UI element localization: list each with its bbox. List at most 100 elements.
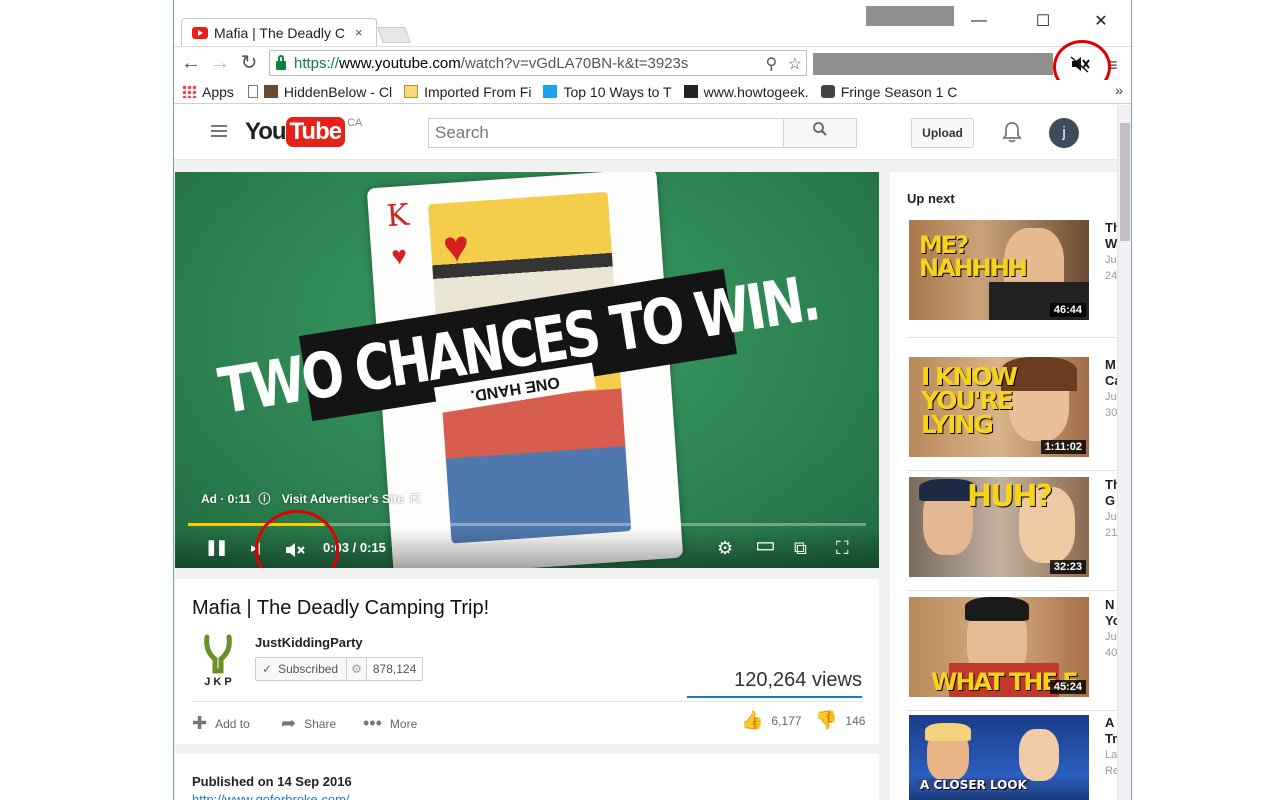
country-code: CA (347, 117, 363, 129)
redacted-area (866, 6, 954, 26)
close-window-button[interactable]: ✕ (1089, 10, 1113, 32)
search-icon (813, 122, 827, 136)
browser-window: Mafia | The Deadly C × — ☐ ✕ ← → ↻ https… (173, 0, 1132, 800)
forward-button[interactable]: → (209, 52, 231, 74)
bookmark-fringe[interactable]: Fringe Season 1 C (820, 84, 957, 100)
bookmark-howtogeek[interactable]: www.howtogeek. (683, 84, 809, 100)
svg-text:J K P: J K P (204, 676, 232, 688)
person-hair (965, 597, 1029, 621)
divider (192, 701, 862, 702)
youtube-favicon-icon (192, 26, 208, 39)
video-thumbnail: A CLOSER LOOK (909, 715, 1089, 800)
new-tab-button[interactable] (377, 27, 411, 43)
more-button[interactable]: ••• More (363, 713, 417, 734)
channel-logo[interactable]: J K P (195, 633, 241, 689)
card-rank: K (385, 197, 411, 235)
sidebar-video-2[interactable]: I KNOW YOU'RE LYING 1:11:02 M Ca Ju 30 (909, 357, 1122, 457)
sidebar-video-3[interactable]: HUH? 32:23 Th G Ju 21 (909, 477, 1121, 577)
likes-ratio-bar (687, 696, 862, 698)
subscription-settings-icon[interactable]: ⚙ (347, 658, 367, 680)
zoom-icon[interactable]: ⚲ (765, 56, 777, 73)
url-text: https://www.youtube.com/watch?v=vGdLA70B… (294, 54, 689, 72)
thumbnail-text: A CLOSER LOOK (917, 779, 1030, 793)
description-link[interactable]: http://www.goforbroke.com/ (192, 792, 350, 800)
bookmark-hiddenbelow[interactable]: HiddenBelow - Cl (247, 84, 392, 100)
video-thumbnail: I KNOW YOU'RE LYING 1:11:02 (909, 357, 1089, 457)
apps-grid-icon (182, 85, 196, 98)
scrollbar-thumb[interactable] (1120, 123, 1130, 241)
divider (907, 470, 1117, 471)
subscribed-label: Subscribed (278, 658, 348, 680)
page-scrollbar[interactable] (1117, 105, 1131, 800)
fullscreen-icon[interactable]: ⛶ (836, 538, 849, 558)
sidebar-video-4[interactable]: WHAT THE F 45:24 N Yo Ju 40 (909, 597, 1121, 697)
bookmark-top10[interactable]: Top 10 Ways to T (543, 84, 672, 100)
notifications-bell-icon[interactable] (1002, 121, 1022, 143)
bookmark-imported[interactable]: Imported From Fi (404, 84, 531, 100)
dislike-button[interactable]: 👎 146 (815, 710, 865, 731)
lock-icon (276, 54, 286, 70)
subscriber-count: 878,124 (366, 658, 423, 680)
published-date: Published on 14 Sep 2016 (192, 774, 352, 789)
thumbnail-text: HUH? (967, 479, 1053, 514)
share-arrow-icon: ➦ (281, 713, 297, 733)
heart-suit-large-icon: ♥ (441, 221, 471, 273)
subscribed-button[interactable]: ✓ Subscribed ⚙ 878,124 (255, 657, 424, 681)
address-bar[interactable]: https://www.youtube.com/watch?v=vGdLA70B… (269, 50, 807, 76)
bookmarks-overflow-icon[interactable]: » (1115, 82, 1123, 98)
account-avatar[interactable]: j (1049, 118, 1079, 148)
add-to-button[interactable]: ✚ Add to (192, 713, 250, 734)
search-button[interactable] (783, 118, 857, 148)
video-player[interactable]: K ♥ ♥ TWO CHANCES TO WIN. ONE HAND. Ad ·… (175, 172, 879, 568)
m-icon (543, 85, 558, 98)
video-duration: 45:24 (1049, 680, 1086, 694)
tab-close-icon[interactable]: × (355, 25, 363, 40)
sidebar-video-1[interactable]: ME? NAHHHH 46:44 Th W Ju 24 (909, 220, 1121, 320)
tab-title: Mafia | The Deadly C (214, 24, 345, 41)
share-button[interactable]: ➦ Share (281, 713, 336, 734)
browser-toolbar: ← → ↻ https://www.youtube.com/watch?v=vG… (174, 46, 1131, 80)
heart-suit-icon: ♥ (390, 239, 408, 271)
masthead: You Tube CA Search Upload j (174, 105, 1117, 160)
pause-button[interactable]: ❚❚ (205, 538, 228, 558)
browser-tab[interactable]: Mafia | The Deadly C × (181, 18, 377, 46)
omnibox-icons: ⚲ ☆ (765, 54, 802, 74)
reload-button[interactable]: ↻ (238, 52, 260, 74)
divider (907, 337, 1117, 338)
page-icon (247, 85, 258, 98)
redacted-extensions-area (813, 53, 1053, 75)
video-thumbnail: ME? NAHHHH 46:44 (909, 220, 1089, 320)
search-input[interactable]: Search (428, 118, 784, 148)
video-title: Mafia | The Deadly Camping Trip! (192, 597, 490, 619)
visit-advertiser-link[interactable]: Visit Advertiser's Site (282, 492, 404, 506)
theater-mode-icon[interactable]: ▭ (755, 534, 776, 556)
ad-label: Ad · 0:11 (201, 492, 252, 506)
bookmark-apps[interactable]: Apps (182, 84, 234, 100)
up-next-heading: Up next (907, 191, 955, 206)
settings-icon[interactable]: ⚙ (717, 538, 733, 558)
youtube-logo[interactable]: You Tube CA (245, 117, 362, 147)
film-icon (263, 85, 278, 98)
more-dots-icon: ••• (363, 713, 382, 733)
checkmark-icon: ✓ (262, 662, 273, 676)
info-icon[interactable]: ⓘ (258, 492, 270, 506)
like-button[interactable]: 👍 6,177 (741, 710, 801, 731)
car-icon (820, 85, 835, 98)
up-next-sidebar: Up next ME? NAHHHH 46:44 Th W Ju 24 I KN… (890, 172, 1122, 800)
person-face (1019, 729, 1059, 781)
minimize-button[interactable]: — (967, 10, 991, 32)
ad-info: Ad · 0:11 ⓘ Visit Advertiser's Site ⇱ (201, 490, 420, 507)
video-description: Published on 14 Sep 2016 http://www.gofo… (175, 754, 879, 800)
thumbs-down-icon: 👎 (815, 710, 838, 730)
upload-button[interactable]: Upload (911, 118, 974, 148)
back-button[interactable]: ← (180, 52, 202, 74)
cast-icon[interactable]: ⧉ (794, 538, 807, 558)
guide-menu-icon[interactable] (211, 125, 227, 137)
thumbnail-text: ME? NAHHHH (919, 231, 1028, 282)
channel-name[interactable]: JustKiddingParty (255, 635, 363, 650)
sidebar-video-5[interactable]: A CLOSER LOOK A Tr La Re (909, 715, 1119, 800)
plus-icon: ✚ (192, 713, 208, 733)
view-count: 120,264 views (734, 669, 862, 691)
star-icon[interactable]: ☆ (788, 56, 802, 73)
maximize-button[interactable]: ☐ (1031, 10, 1055, 32)
